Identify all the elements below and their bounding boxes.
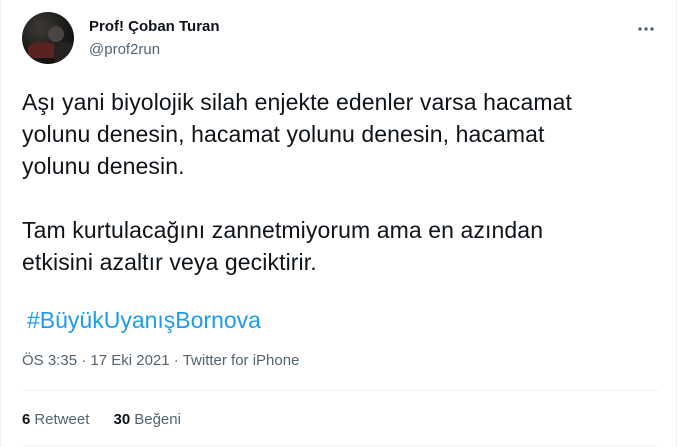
tweet-stats: 6 Retweet 30 Beğeni xyxy=(22,411,201,428)
tweet-text-line: etkisini azaltır veya geciktirir. xyxy=(22,249,317,275)
tweet-date[interactable]: 17 Eki 2021 xyxy=(90,352,169,369)
tweet-text-line: Aşı yani biyolojik silah enjekte edenler… xyxy=(22,89,573,115)
tweet-source[interactable]: Twitter for iPhone xyxy=(183,352,300,369)
avatar[interactable] xyxy=(22,12,74,64)
hashtag-link[interactable]: #BüyükUyanışBornova xyxy=(27,307,261,333)
tweet-text: Aşı yani biyolojik silah enjekte edenler… xyxy=(22,86,662,278)
divider xyxy=(22,390,659,391)
tweet-time[interactable]: ÖS 3:35 xyxy=(22,352,77,369)
retweets-label: Retweet xyxy=(34,411,90,428)
retweets-count: 6 xyxy=(22,411,31,428)
tweet-text-line: Tam kurtulacağını zannetmiyorum ama en a… xyxy=(22,217,544,243)
likes-count: 30 xyxy=(113,411,131,428)
more-horizontal-icon xyxy=(638,27,654,31)
tweet-text-line: yolunu denesin. xyxy=(22,153,185,179)
hashtag-container: #BüyükUyanışBornova xyxy=(27,304,261,336)
more-options-button[interactable] xyxy=(631,16,661,42)
author-display-name[interactable]: Prof! Çoban Turan xyxy=(89,18,220,35)
meta-separator: · xyxy=(173,352,179,369)
retweets-stat[interactable]: 6 Retweet xyxy=(22,411,89,428)
tweet-card: Prof! Çoban Turan @prof2run Aşı yani biy… xyxy=(0,0,677,447)
tweet-text-line: yolunu denesin, hacamat yolunu denesin, … xyxy=(22,121,545,147)
meta-separator: · xyxy=(81,352,87,369)
author-handle[interactable]: @prof2run xyxy=(89,41,160,58)
likes-label: Beğeni xyxy=(134,411,181,428)
tweet-meta: ÖS 3:35 · 17 Eki 2021 · Twitter for iPho… xyxy=(22,352,299,369)
likes-stat[interactable]: 30 Beğeni xyxy=(114,411,181,428)
divider xyxy=(22,445,659,446)
